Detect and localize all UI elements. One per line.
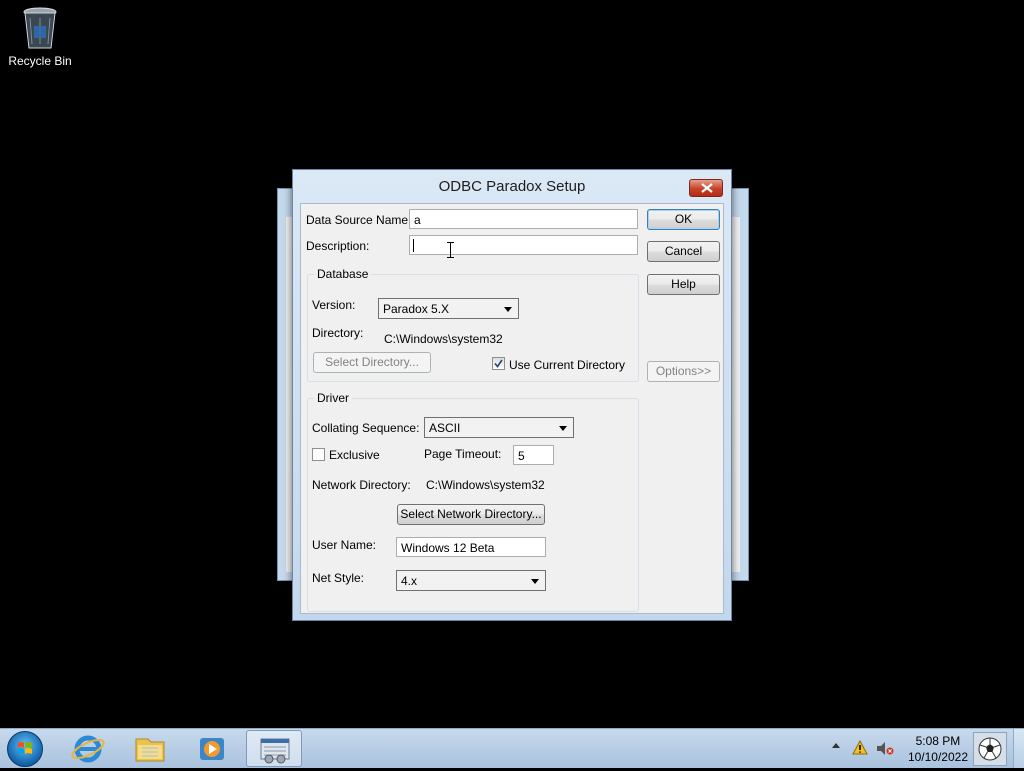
select-directory-button[interactable]: Select Directory... [313, 352, 431, 373]
show-desktop-button[interactable] [1013, 729, 1024, 768]
database-group-title: Database [314, 267, 372, 281]
version-value: Paradox 5.X [383, 302, 450, 316]
data-source-name-input[interactable]: a [409, 209, 638, 229]
help-button[interactable]: Help [647, 274, 720, 295]
net-style-label: Net Style: [312, 571, 365, 585]
close-button[interactable] [689, 179, 723, 197]
taskbar-media-player[interactable] [184, 730, 240, 767]
action-center-warning-icon[interactable] [852, 740, 868, 755]
recycle-bin-icon [22, 6, 58, 50]
i-beam-cursor-icon [447, 242, 454, 258]
collating-sequence-value: ASCII [429, 421, 461, 435]
user-name-input[interactable]: Windows 12 Beta [396, 537, 546, 557]
soccer-ball-icon [978, 737, 1002, 761]
clock-time: 5:08 PM [915, 734, 961, 748]
taskbar-internet-explorer[interactable] [60, 730, 116, 767]
version-label: Version: [312, 298, 356, 312]
directory-value: C:\Windows\system32 [384, 332, 503, 346]
collating-sequence-label: Collating Sequence: [312, 421, 420, 435]
exclusive-label: Exclusive [329, 448, 380, 462]
chevron-down-icon [531, 579, 539, 584]
show-hidden-icons-icon[interactable] [831, 741, 841, 749]
directory-label: Directory: [312, 326, 364, 340]
data-source-name-label: Data Source Name: [306, 213, 412, 227]
description-input[interactable] [409, 235, 638, 255]
taskbar-odbc-app[interactable] [246, 730, 302, 767]
cancel-button[interactable]: Cancel [647, 241, 720, 262]
options-button[interactable]: Options>> [647, 361, 720, 382]
network-directory-label: Network Directory: [312, 478, 411, 492]
volume-muted-icon[interactable] [876, 741, 894, 756]
recycle-bin-desktop-icon[interactable]: Recycle Bin [4, 6, 76, 68]
exclusive-checkbox[interactable] [312, 448, 325, 461]
folder-icon [135, 738, 165, 762]
use-current-directory-label: Use Current Directory [509, 358, 626, 372]
chevron-down-icon [559, 426, 567, 431]
start-button[interactable] [7, 731, 43, 767]
taskbar-clock[interactable]: 5:08 PM 10/10/2022 [908, 733, 968, 765]
text-caret [413, 239, 414, 252]
internet-explorer-icon [71, 735, 105, 763]
checkmark-icon [494, 359, 503, 368]
page-timeout-input[interactable]: 5 [513, 445, 554, 465]
dialog-client-area: Data Source Name: a Description: OK Canc… [300, 203, 724, 614]
collating-sequence-dropdown[interactable]: ASCII [424, 417, 574, 438]
chevron-down-icon [504, 307, 512, 312]
ok-button[interactable]: OK [647, 209, 720, 230]
net-style-dropdown[interactable]: 4.x [396, 570, 546, 591]
net-style-value: 4.x [401, 574, 418, 588]
media-player-icon [200, 738, 224, 760]
driver-group-title: Driver [314, 391, 352, 405]
windows-logo-icon [18, 742, 32, 754]
recycle-bin-label: Recycle Bin [8, 54, 72, 68]
user-name-label: User Name: [312, 538, 377, 552]
dialog-title: ODBC Paradox Setup [438, 178, 586, 195]
clock-date: 10/10/2022 [907, 750, 968, 764]
taskbar: 5:08 PM 10/10/2022 [0, 728, 1024, 768]
network-directory-value: C:\Windows\system32 [426, 478, 545, 492]
odbc-administrator-icon [260, 738, 290, 764]
odbc-paradox-setup-dialog: ODBC Paradox Setup Data Source Name: a D… [292, 169, 732, 621]
select-network-directory-button[interactable]: Select Network Directory... [397, 504, 545, 525]
version-dropdown[interactable]: Paradox 5.X [378, 298, 519, 319]
page-timeout-label: Page Timeout: [424, 447, 502, 461]
user-tile[interactable] [973, 732, 1007, 766]
taskbar-file-explorer[interactable] [122, 730, 178, 767]
close-icon [701, 183, 713, 193]
description-label: Description: [306, 239, 370, 253]
use-current-directory-checkbox[interactable] [492, 357, 505, 370]
